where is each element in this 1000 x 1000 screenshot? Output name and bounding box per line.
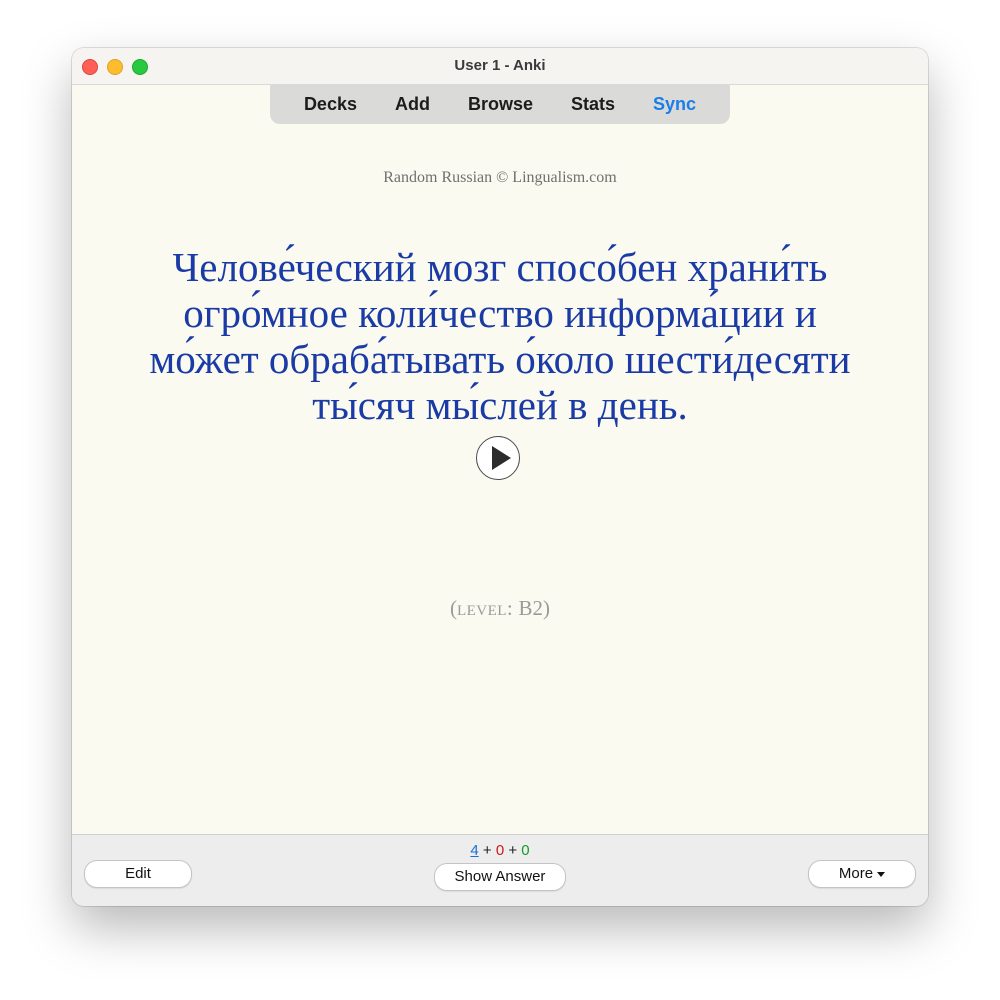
edit-button[interactable]: Edit — [84, 860, 192, 888]
toolbar-stats[interactable]: Stats — [552, 94, 634, 115]
more-button-label: More — [838, 865, 874, 882]
anki-window: User 1 - Anki Decks Add Browse Stats Syn… — [72, 48, 928, 906]
card-content: Random Russian © Lingualism.com Челове́ч… — [72, 124, 928, 834]
sentence-line: огро́мное коли́чество информа́ции и — [183, 290, 817, 336]
show-answer-label: Show Answer — [454, 868, 546, 885]
card-level: (level: B2) — [72, 596, 928, 621]
level-label: level: — [456, 596, 514, 620]
show-answer-button[interactable]: Show Answer — [434, 863, 566, 891]
main-toolbar: Decks Add Browse Stats Sync — [270, 84, 730, 124]
review-bottom-bar: 4 + 0 + 0 Edit Show Answer More — [72, 834, 928, 906]
sentence-line: мо́жет обраба́тывать о́коло шести́десяти — [149, 336, 851, 382]
toolbar-add[interactable]: Add — [376, 94, 449, 115]
level-value: B2) — [513, 596, 551, 620]
level-open-paren: ( — [449, 596, 457, 620]
more-button[interactable]: More — [808, 860, 916, 888]
count-separator: + — [504, 842, 522, 859]
due-counts: 4 + 0 + 0 — [72, 842, 928, 859]
toolbar-decks[interactable]: Decks — [285, 94, 376, 115]
learn-count: 0 — [495, 842, 505, 859]
play-icon — [492, 446, 511, 470]
toolbar-browse[interactable]: Browse — [449, 94, 552, 115]
new-count[interactable]: 4 — [470, 842, 478, 859]
card-credit: Random Russian © Lingualism.com — [383, 169, 617, 186]
review-count: 0 — [521, 842, 530, 859]
play-audio-button[interactable] — [476, 436, 520, 480]
card-sentence: Челове́ческий мозг спосо́бен храни́ть ог… — [92, 244, 908, 428]
count-separator: + — [478, 842, 496, 859]
toolbar-sync[interactable]: Sync — [634, 94, 715, 115]
title-bar: User 1 - Anki — [72, 48, 928, 85]
sentence-line: Челове́ческий мозг спосо́бен храни́ть — [172, 244, 828, 290]
sentence-line: ты́сяч мы́слей в день. — [312, 382, 688, 428]
edit-button-label: Edit — [125, 865, 151, 882]
window-title: User 1 - Anki — [454, 57, 546, 74]
chevron-down-icon — [877, 871, 886, 877]
